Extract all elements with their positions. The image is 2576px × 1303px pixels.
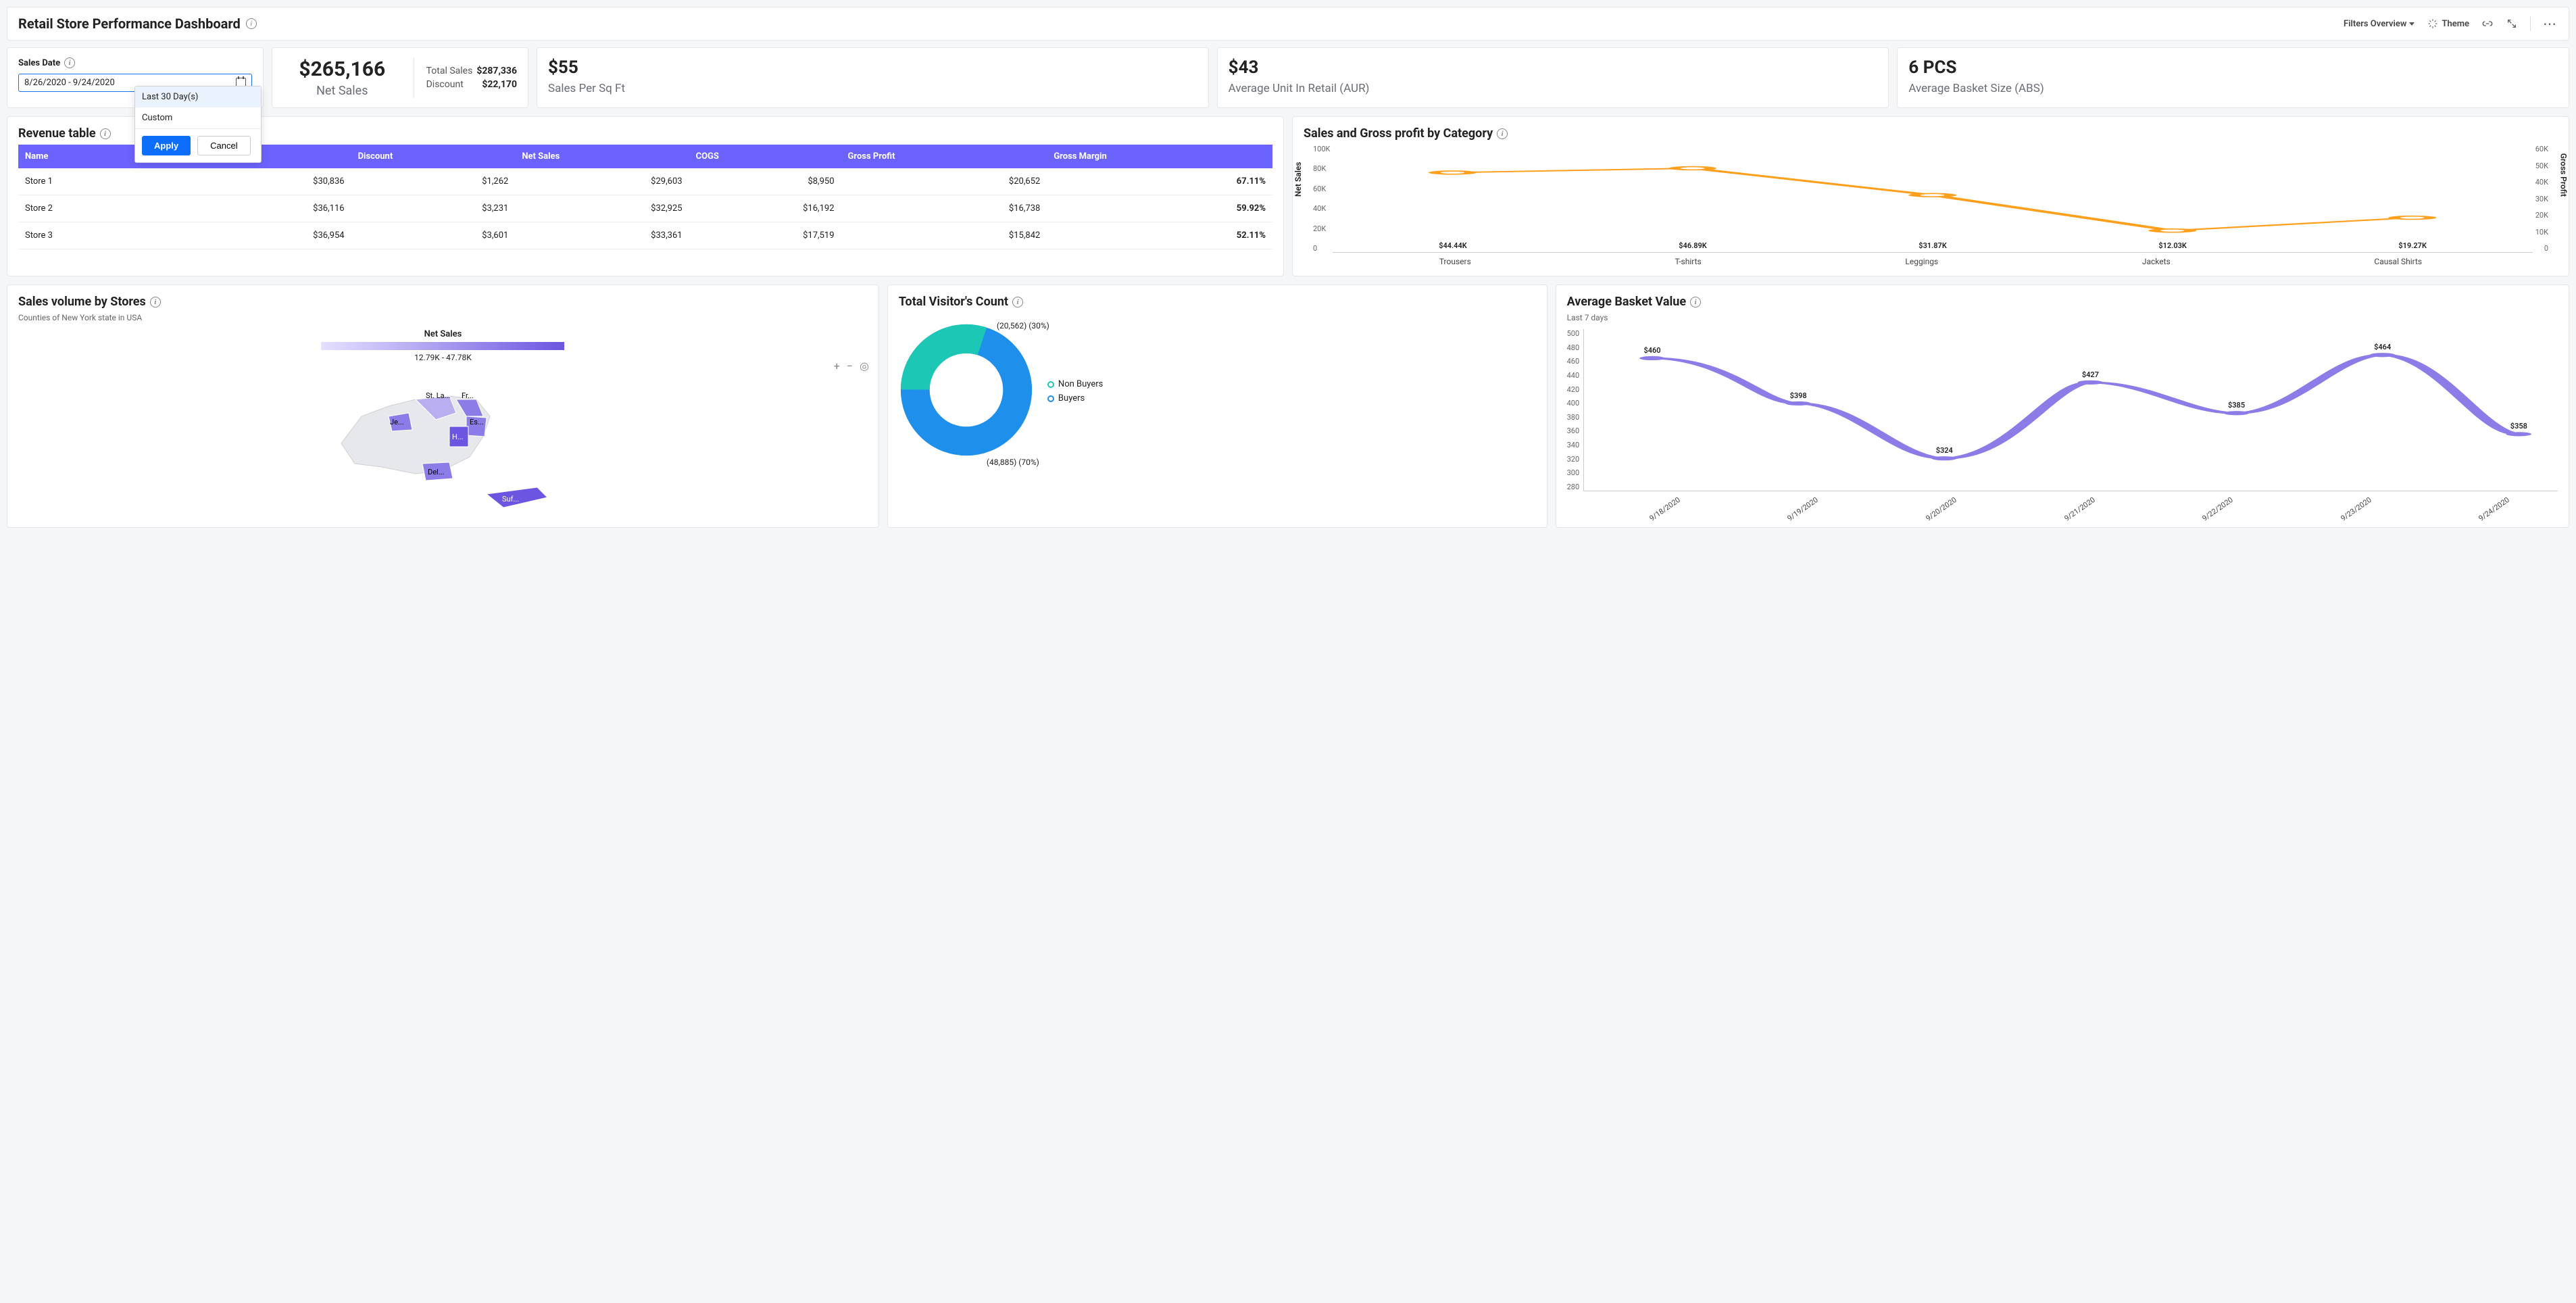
more-menu-icon[interactable]: ⋯ [2543, 16, 2558, 32]
avg-basket-value-card: Average Basket Valuei Last 7 days 500480… [1556, 285, 2569, 528]
table-row: Store 3$36,954$3,601$33,361$17,519$15,84… [18, 222, 1272, 249]
info-icon[interactable]: i [150, 297, 161, 308]
sales-date-filter-card: Sales Date i 8/26/2020 - 9/24/2020 Last … [7, 47, 264, 108]
svg-text:Je...: Je... [390, 418, 404, 426]
sparkle-icon [2427, 18, 2439, 30]
info-icon[interactable]: i [246, 18, 257, 29]
svg-text:Suf...: Suf... [502, 495, 519, 503]
filter-label: Sales Date [18, 58, 60, 68]
map-legend-label: Net Sales [18, 329, 868, 339]
svg-text:H...: H... [452, 433, 464, 441]
kpi-aur: $43 Average Unit In Retail (AUR) [1217, 47, 1889, 108]
donut-bottom-label: (48,885) (70%) [987, 458, 1039, 467]
dropdown-option-custom[interactable]: Custom [135, 107, 261, 128]
net-sales-kpi: $265,166 Net Sales Total Sales $287,336 … [272, 47, 528, 108]
svg-text:St. La...: St. La... [426, 391, 450, 400]
info-icon[interactable]: i [1690, 297, 1701, 308]
map-legend-range: 12.79K - 47.78K [18, 353, 868, 362]
y-axis-right-label: Gross Profit [2558, 153, 2568, 197]
apply-button[interactable]: Apply [142, 136, 191, 155]
table-row: Store 1$30,836$1,262$29,603$8,950$20,652… [18, 168, 1272, 195]
svg-text:Del...: Del... [428, 468, 445, 476]
info-icon[interactable]: i [64, 57, 75, 68]
gross-profit-line [1333, 145, 2532, 252]
info-icon[interactable]: i [100, 128, 111, 139]
dashboard-header: Retail Store Performance Dashboard i Fil… [7, 7, 2569, 41]
page-title: Retail Store Performance Dashboard [18, 16, 241, 32]
donut-top-label: (20,562) (30%) [997, 321, 1049, 330]
map-gradient-legend [321, 342, 564, 350]
chevron-down-icon [2409, 22, 2414, 26]
legend-buyers[interactable]: Buyers [1047, 393, 1103, 403]
svg-text:Es...: Es... [470, 418, 484, 426]
legend-non-buyers[interactable]: Non Buyers [1047, 379, 1103, 389]
visitors-donut-card: Total Visitor's Counti (20,562) (30%) (4… [887, 285, 1547, 528]
kpi-abs: 6 PCS Average Basket Size (ABS) [1897, 47, 2569, 108]
ny-choropleth-map[interactable]: St. La... Fr... Je... Es... H... Del... … [314, 362, 571, 518]
map-locate-icon[interactable]: ◎ [860, 360, 869, 372]
separator [2530, 16, 2531, 31]
cancel-button[interactable]: Cancel [197, 136, 250, 155]
map-zoom-out-icon[interactable]: − [847, 360, 853, 372]
net-sales-value: $265,166 [283, 57, 401, 81]
abv-line-chart[interactable] [1584, 329, 2558, 491]
filters-overview-button[interactable]: Filters Overview [2344, 19, 2415, 29]
info-icon[interactable]: i [1497, 128, 1508, 139]
dropdown-option-last30[interactable]: Last 30 Day(s) [135, 87, 261, 107]
table-row: Store 2$36,116$3,231$32,925$16,192$16,73… [18, 195, 1272, 222]
y-axis-left-label: Net Sales [1293, 162, 1303, 197]
sales-gross-profit-chart-card: Sales and Gross profit by Categoryi Net … [1292, 116, 2569, 276]
kpi-sales-per-sqft: $55 Sales Per Sq Ft [537, 47, 1209, 108]
expand-icon[interactable] [2506, 18, 2518, 30]
svg-text:Fr...: Fr... [462, 391, 474, 400]
net-sales-label: Net Sales [283, 84, 401, 98]
donut-chart[interactable] [899, 322, 1034, 458]
theme-button[interactable]: Theme [2427, 18, 2469, 30]
map-zoom-in-icon[interactable]: + [834, 360, 840, 372]
info-icon[interactable]: i [1012, 297, 1023, 308]
link-icon[interactable] [2481, 18, 2494, 30]
date-range-dropdown: Last 30 Day(s) Custom Apply Cancel [134, 86, 262, 163]
sales-volume-map-card: Sales volume by Storesi Counties of New … [7, 285, 879, 528]
